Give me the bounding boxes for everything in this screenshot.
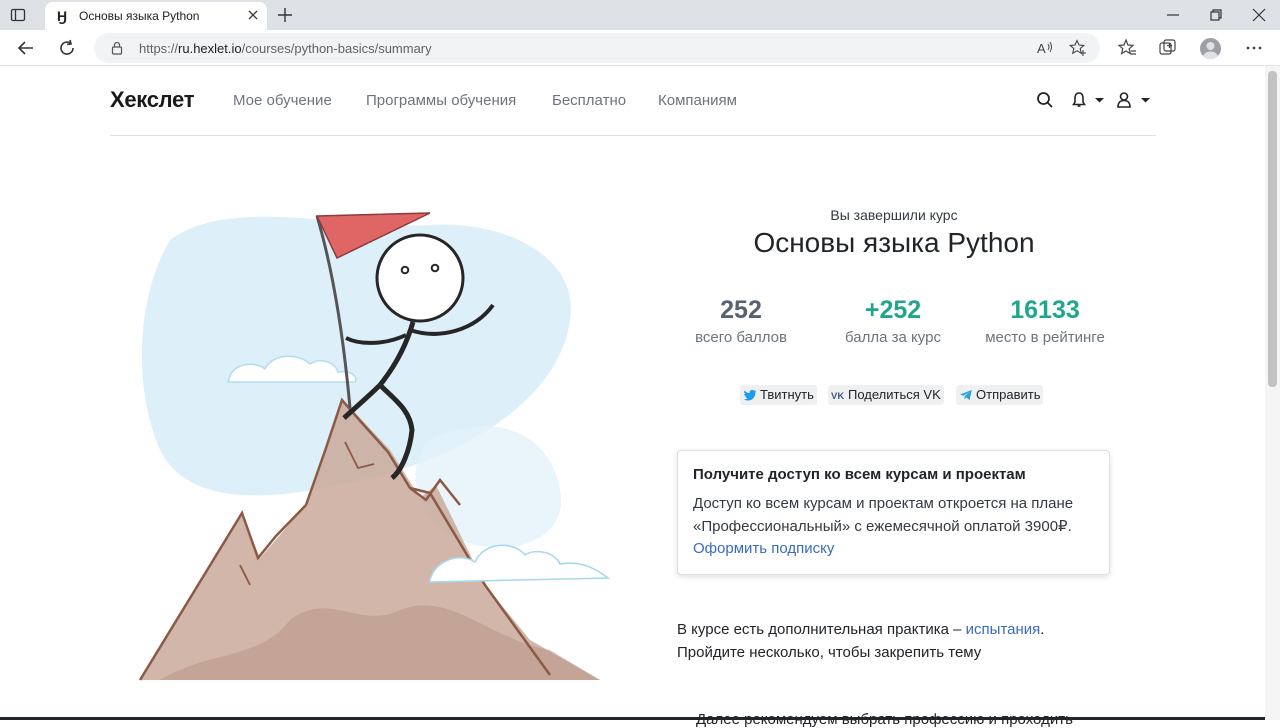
subscribe-link[interactable]: Оформить подписку [693, 538, 834, 560]
completion-caption: Вы завершили курс [830, 207, 958, 223]
course-title: Основы языка Python [753, 227, 1035, 258]
nav-programs[interactable]: Программы обучения [366, 92, 516, 109]
lock-icon[interactable] [110, 41, 124, 55]
collections-icon[interactable] [1158, 38, 1178, 58]
minimize-icon[interactable] [1166, 8, 1180, 22]
profile-icon [1203, 42, 1218, 59]
close-tab-icon[interactable] [247, 9, 259, 21]
vk-icon: VK [831, 391, 844, 402]
read-aloud-icon[interactable]: A [1036, 39, 1054, 57]
nav-free[interactable]: Бесплатно [552, 92, 626, 109]
stat-label: место в рейтинге [985, 329, 1105, 346]
stat-value: 252 [720, 296, 762, 324]
user-menu-dropdown-icon[interactable] [1116, 90, 1152, 110]
share-twitter-button[interactable]: Твитнуть [740, 385, 817, 405]
tab-actions-icon[interactable] [10, 7, 26, 23]
notifications-dropdown-icon[interactable] [1071, 90, 1107, 110]
challenges-link[interactable]: испытания [966, 621, 1041, 638]
tab-title: Основы языка Python [79, 9, 200, 23]
hexlet-logo[interactable]: Хекслет [110, 87, 194, 113]
stat-total-points: 252 всего баллов [666, 296, 816, 346]
share-vk-button[interactable]: VK Поделиться VK [828, 385, 944, 405]
extra-practice-hint: Пройдите несколько, чтобы закрепить тему [677, 643, 982, 661]
browser-toolbar: https://ru.hexlet.io/courses/python-basi… [0, 30, 1280, 66]
share-telegram-label: Отправить [976, 387, 1041, 402]
subscription-card-text: Доступ ко всем курсам и проектам откроет… [693, 495, 1074, 535]
share-twitter-label: Твитнуть [760, 387, 814, 402]
back-icon[interactable] [16, 38, 36, 58]
extra-practice-text: В курсе есть дополнительная практика – и… [677, 619, 1113, 664]
extra-practice-prefix: В курсе есть дополнительная практика – [677, 621, 966, 638]
stat-course-points: +252 балла за курс [818, 296, 968, 346]
nav-companies[interactable]: Компаниям [658, 92, 737, 109]
address-bar[interactable]: https://ru.hexlet.io/courses/python-basi… [94, 33, 1100, 63]
stat-rating-place: 16133 место в рейтинге [970, 296, 1120, 346]
search-icon[interactable] [1035, 90, 1055, 110]
new-tab-icon[interactable] [277, 7, 293, 23]
url-text[interactable]: https://ru.hexlet.io/courses/python-basi… [139, 41, 432, 56]
extra-practice-suffix: . [1040, 621, 1045, 638]
share-telegram-button[interactable]: Отправить [956, 385, 1044, 405]
browser-tab-bar: Ӈ Основы языка Python [0, 0, 1280, 30]
close-window-icon[interactable] [1252, 8, 1266, 22]
subscription-card: Получите доступ ко всем курсам и проекта… [677, 450, 1110, 575]
mountain-summit-illustration [138, 212, 611, 681]
more-options-icon[interactable] [1244, 38, 1264, 58]
twitter-icon [743, 389, 756, 401]
site-header: Хекслет Мое обучение Программы обучения … [110, 66, 1156, 136]
share-vk-label: Поделиться VK [848, 387, 941, 402]
scroll-thumb[interactable] [1268, 71, 1277, 387]
nav-my-learning[interactable]: Мое обучение [233, 92, 332, 109]
refresh-icon[interactable] [57, 38, 77, 58]
hexlet-favicon-icon: Ӈ [57, 8, 68, 24]
stat-value: +252 [864, 296, 922, 324]
svg-text:VK: VK [831, 391, 844, 402]
telegram-icon [960, 390, 972, 400]
profile-avatar[interactable] [1200, 38, 1221, 59]
svg-text:A: A [1037, 41, 1046, 56]
add-favorite-icon[interactable] [1069, 39, 1087, 57]
restore-icon[interactable] [1209, 8, 1223, 22]
subscription-card-title: Получите доступ ко всем курсам и проекта… [693, 466, 1026, 483]
stat-label: балла за курс [845, 329, 941, 346]
stat-label: всего баллов [695, 329, 787, 346]
browser-tab[interactable]: Ӈ Основы языка Python [45, 2, 267, 30]
stat-value: 16133 [1010, 296, 1080, 324]
page-scrollbar[interactable] [1265, 66, 1280, 720]
favorites-icon[interactable] [1117, 38, 1137, 58]
